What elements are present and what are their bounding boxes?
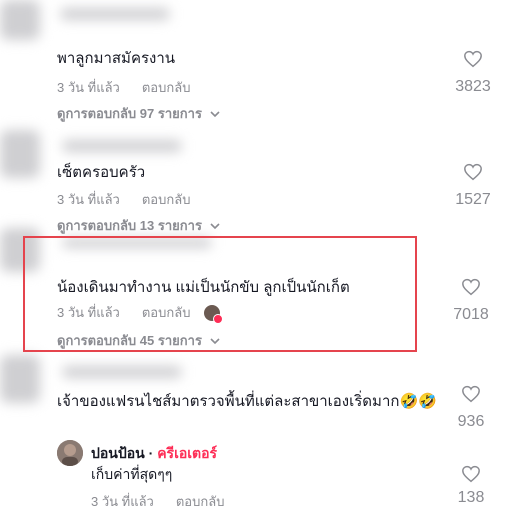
chevron-down-icon xyxy=(210,337,220,344)
blurred-username xyxy=(62,140,182,152)
creator-badge: ครีเอเตอร์ xyxy=(157,445,218,461)
comment-text: พาลูกมาสมัครงาน xyxy=(57,50,176,67)
like-button[interactable]: 3823 xyxy=(443,50,503,96)
heart-icon xyxy=(462,465,480,483)
comment-meta: 3 วัน ที่แล้ว ตอบกลับ xyxy=(57,189,190,210)
reply-meta: 3 วัน ที่แล้ว ตอบกลับ xyxy=(91,491,224,512)
reply-button[interactable]: ตอบกลับ xyxy=(142,189,191,210)
comment-meta: 3 วัน ที่แล้ว ตอบกลับ xyxy=(57,77,190,98)
like-button[interactable]: 936 xyxy=(441,385,501,431)
blurred-username xyxy=(62,366,182,378)
view-replies-button[interactable]: ดูการตอบกลับ 97 รายการ xyxy=(57,103,220,124)
like-button[interactable]: 138 xyxy=(441,465,501,507)
comment-time: 3 วัน ที่แล้ว xyxy=(57,305,120,320)
avatar-image xyxy=(57,440,83,466)
chevron-down-icon xyxy=(210,222,220,229)
like-count: 7018 xyxy=(453,306,489,323)
reply-author-name: ปอนป้อน xyxy=(91,445,145,461)
reply-button[interactable]: ตอบกลับ xyxy=(176,491,225,512)
like-count: 138 xyxy=(457,489,485,506)
like-count: 936 xyxy=(457,413,485,430)
separator: · xyxy=(144,445,158,461)
comment-text: น้องเดินมาทำงาน แม่เป็นนักขับ ลูกเป็นนัก… xyxy=(57,279,350,296)
comment-time: 3 วัน ที่แล้ว xyxy=(57,80,120,95)
like-button[interactable]: 1527 xyxy=(443,163,503,209)
heart-icon xyxy=(462,385,480,403)
view-replies-label: ดูการตอบกลับ 97 รายการ xyxy=(57,106,202,121)
blurred-avatar xyxy=(0,0,40,40)
view-replies-button[interactable]: ดูการตอบกลับ 45 รายการ xyxy=(57,330,220,351)
comment-time: 3 วัน ที่แล้ว xyxy=(57,192,120,207)
view-replies-button[interactable]: ดูการตอบกลับ 13 รายการ xyxy=(57,215,220,236)
heart-icon xyxy=(464,50,482,68)
blurred-avatar xyxy=(0,130,40,178)
heart-icon xyxy=(462,278,480,296)
comment-meta: 3 วัน ที่แล้ว ตอบกลับ xyxy=(57,302,224,324)
chevron-down-icon xyxy=(210,110,220,117)
reply-button[interactable]: ตอบกลับ xyxy=(142,302,191,323)
avatar[interactable] xyxy=(57,440,83,466)
creator-liked-avatar xyxy=(204,304,224,324)
reply-button[interactable]: ตอบกลับ xyxy=(142,77,191,98)
reply-author[interactable]: ปอนป้อน · ครีเอเตอร์ xyxy=(91,443,217,465)
comment-text: เจ้าของแฟรนไชส์มาตรวจพื้นที่แต่ละสาขาเอง… xyxy=(57,393,437,410)
blurred-avatar xyxy=(0,355,40,403)
like-count: 1527 xyxy=(455,191,491,208)
heart-badge-icon xyxy=(213,313,224,324)
like-count: 3823 xyxy=(455,78,491,95)
like-button[interactable]: 7018 xyxy=(441,278,501,324)
heart-icon xyxy=(464,163,482,181)
blurred-username xyxy=(60,8,170,20)
reply-time: 3 วัน ที่แล้ว xyxy=(91,494,154,509)
reply-text: เก็บค่าที่สุดๆๆ xyxy=(91,466,173,482)
comment-text: เซ็ตครอบครัว xyxy=(57,164,146,181)
view-replies-label: ดูการตอบกลับ 13 รายการ xyxy=(57,218,202,233)
view-replies-label: ดูการตอบกลับ 45 รายการ xyxy=(57,333,202,348)
